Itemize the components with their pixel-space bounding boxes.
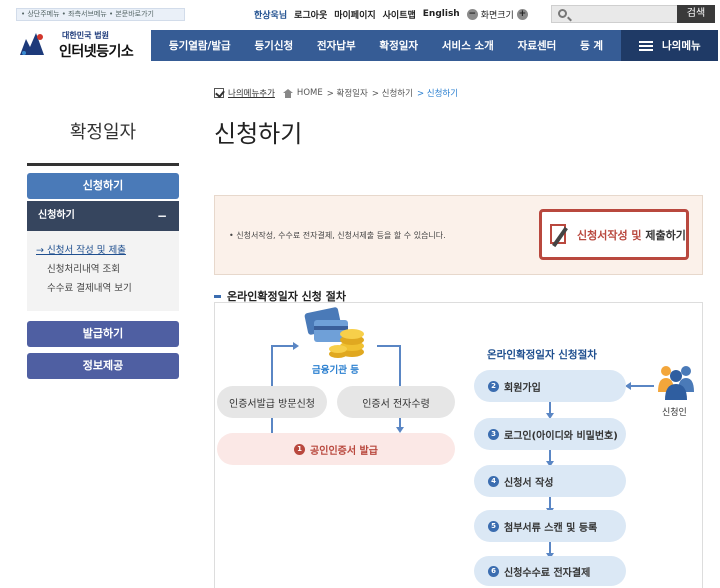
electronic-receipt-step: 인증서 전자수령: [337, 386, 455, 418]
sidebar-subheader-label: 신청하기: [38, 210, 75, 221]
zoom-label: 화면크기: [480, 10, 514, 21]
sidebar-divider: [27, 163, 179, 166]
page-title: 신청하기: [214, 120, 303, 148]
sidebar-sublist: → 신청서 작성 및 제출 신청처리내역 조회 수수료 결제내역 보기: [27, 231, 179, 311]
nav-item-fixed-date[interactable]: 확정일자: [379, 38, 418, 53]
sidebar-item-info[interactable]: 정보제공: [27, 353, 179, 379]
sidebar-subitem-history[interactable]: 신청처리내역 조회: [36, 261, 179, 280]
zoom-out-icon[interactable]: −: [466, 8, 478, 20]
procedure-title: 온라인확정일자 신청절차: [487, 349, 597, 361]
sidebar-title: 확정일자: [69, 122, 137, 143]
write-and-submit-label: 신청서작성 및 제출하기: [577, 228, 686, 242]
nav-item-registry-apply[interactable]: 등기신청: [255, 38, 294, 53]
flow-line: [630, 385, 654, 387]
certificate-issue-step: 1 공인인증서 발급: [217, 433, 455, 465]
bank-label: 금융기관 등: [312, 365, 360, 376]
applicant-label: 신청인: [662, 408, 687, 418]
write-and-submit-button[interactable]: 신청서작성 및 제출하기: [539, 209, 689, 260]
arrow-right-icon: [293, 342, 299, 350]
user-name: 한상욱님: [254, 10, 288, 21]
search-icon: [558, 9, 567, 18]
breadcrumb-level2[interactable]: > 신청하기: [372, 87, 413, 99]
bank-card-coins-icon: [304, 307, 364, 358]
info-text: • 신청서작성, 수수료 전자결제, 신청서제출 등을 할 수 있습니다.: [229, 231, 446, 240]
nav-item-resource-center[interactable]: 자료센터: [518, 38, 557, 53]
zoom-control: − 화면크기 +: [466, 8, 528, 21]
visit-application-step: 인증서발급 방문신청: [217, 386, 327, 418]
logo-title: 인터넷등기소: [59, 44, 134, 60]
home-icon: [282, 88, 293, 98]
collapse-icon[interactable]: −: [157, 201, 167, 231]
skip-links[interactable]: • 상단주메뉴 • 좌측서브메뉴 • 본문바로가기: [16, 8, 185, 21]
logout-link[interactable]: 로그아웃: [294, 8, 327, 21]
flow-line: [377, 345, 401, 347]
document-pen-icon: [548, 222, 572, 248]
nav-item-etc[interactable]: 등 계: [580, 38, 603, 53]
sidebar-subitem-write-submit[interactable]: → 신청서 작성 및 제출: [36, 242, 179, 261]
applicant-group-icon: [658, 366, 694, 400]
my-menu-button[interactable]: 나의메뉴: [621, 30, 718, 61]
checkbox-icon: [214, 88, 224, 98]
nav-item-e-payment[interactable]: 전자납부: [317, 38, 356, 53]
site-logo[interactable]: 대한민국 법원 인터넷등기소: [16, 27, 146, 63]
breadcrumb-level1[interactable]: > 확정일자: [327, 87, 368, 99]
breadcrumb-home[interactable]: HOME: [297, 88, 323, 98]
sidebar-subitem-payments[interactable]: 수수료 결제내역 보기: [36, 280, 179, 299]
step-login: 3 로그인(아이디와 비밀번호): [474, 418, 626, 450]
search-box: [551, 5, 677, 26]
nav-item-service-intro[interactable]: 서비스 소개: [442, 38, 494, 53]
court-logo-icon: [20, 33, 44, 55]
mypage-link[interactable]: 마이페이지: [334, 8, 375, 21]
breadcrumb-current: > 신청하기: [416, 89, 459, 99]
english-link[interactable]: English: [423, 9, 460, 19]
breadcrumb: 나의메뉴추가 HOME > 확정일자 > 신청하기 > 신청하기: [214, 87, 458, 99]
zoom-in-icon[interactable]: +: [516, 8, 528, 20]
add-favorite-link[interactable]: 나의메뉴추가: [228, 87, 275, 99]
step-write-application: 4 신청서 작성: [474, 465, 626, 497]
nav-item-registry-view[interactable]: 등기열람/발급: [169, 38, 231, 53]
flow-line: [271, 345, 295, 347]
bullet-icon: [214, 294, 221, 298]
main-nav: 등기열람/발급 등기신청 전자납부 확정일자 서비스 소개 자료센터 등 계: [151, 30, 621, 61]
logo-subtitle: 대한민국 법원: [62, 31, 109, 40]
step-signup: 2 회원가입: [474, 370, 626, 402]
sitemap-link[interactable]: 사이트맵: [383, 8, 416, 21]
step-fee-payment: 6 신청수수료 전자결제: [474, 556, 626, 586]
step-scan-attach: 5 첨부서류 스캔 및 등록: [474, 510, 626, 542]
utility-bar: 한상욱님 로그아웃 마이페이지 사이트맵 English − 화면크기 +: [254, 7, 528, 21]
sidebar-item-issue[interactable]: 발급하기: [27, 321, 179, 347]
info-box: • 신청서작성, 수수료 전자결제, 신청서제출 등을 할 수 있습니다. 신청…: [214, 195, 703, 275]
my-menu-label: 나의메뉴: [662, 40, 701, 52]
sidebar-subheader-apply[interactable]: 신청하기 −: [27, 201, 179, 231]
hamburger-icon: [639, 40, 653, 51]
search-button[interactable]: 검색: [677, 5, 715, 23]
sidebar-item-apply[interactable]: 신청하기: [27, 173, 179, 199]
